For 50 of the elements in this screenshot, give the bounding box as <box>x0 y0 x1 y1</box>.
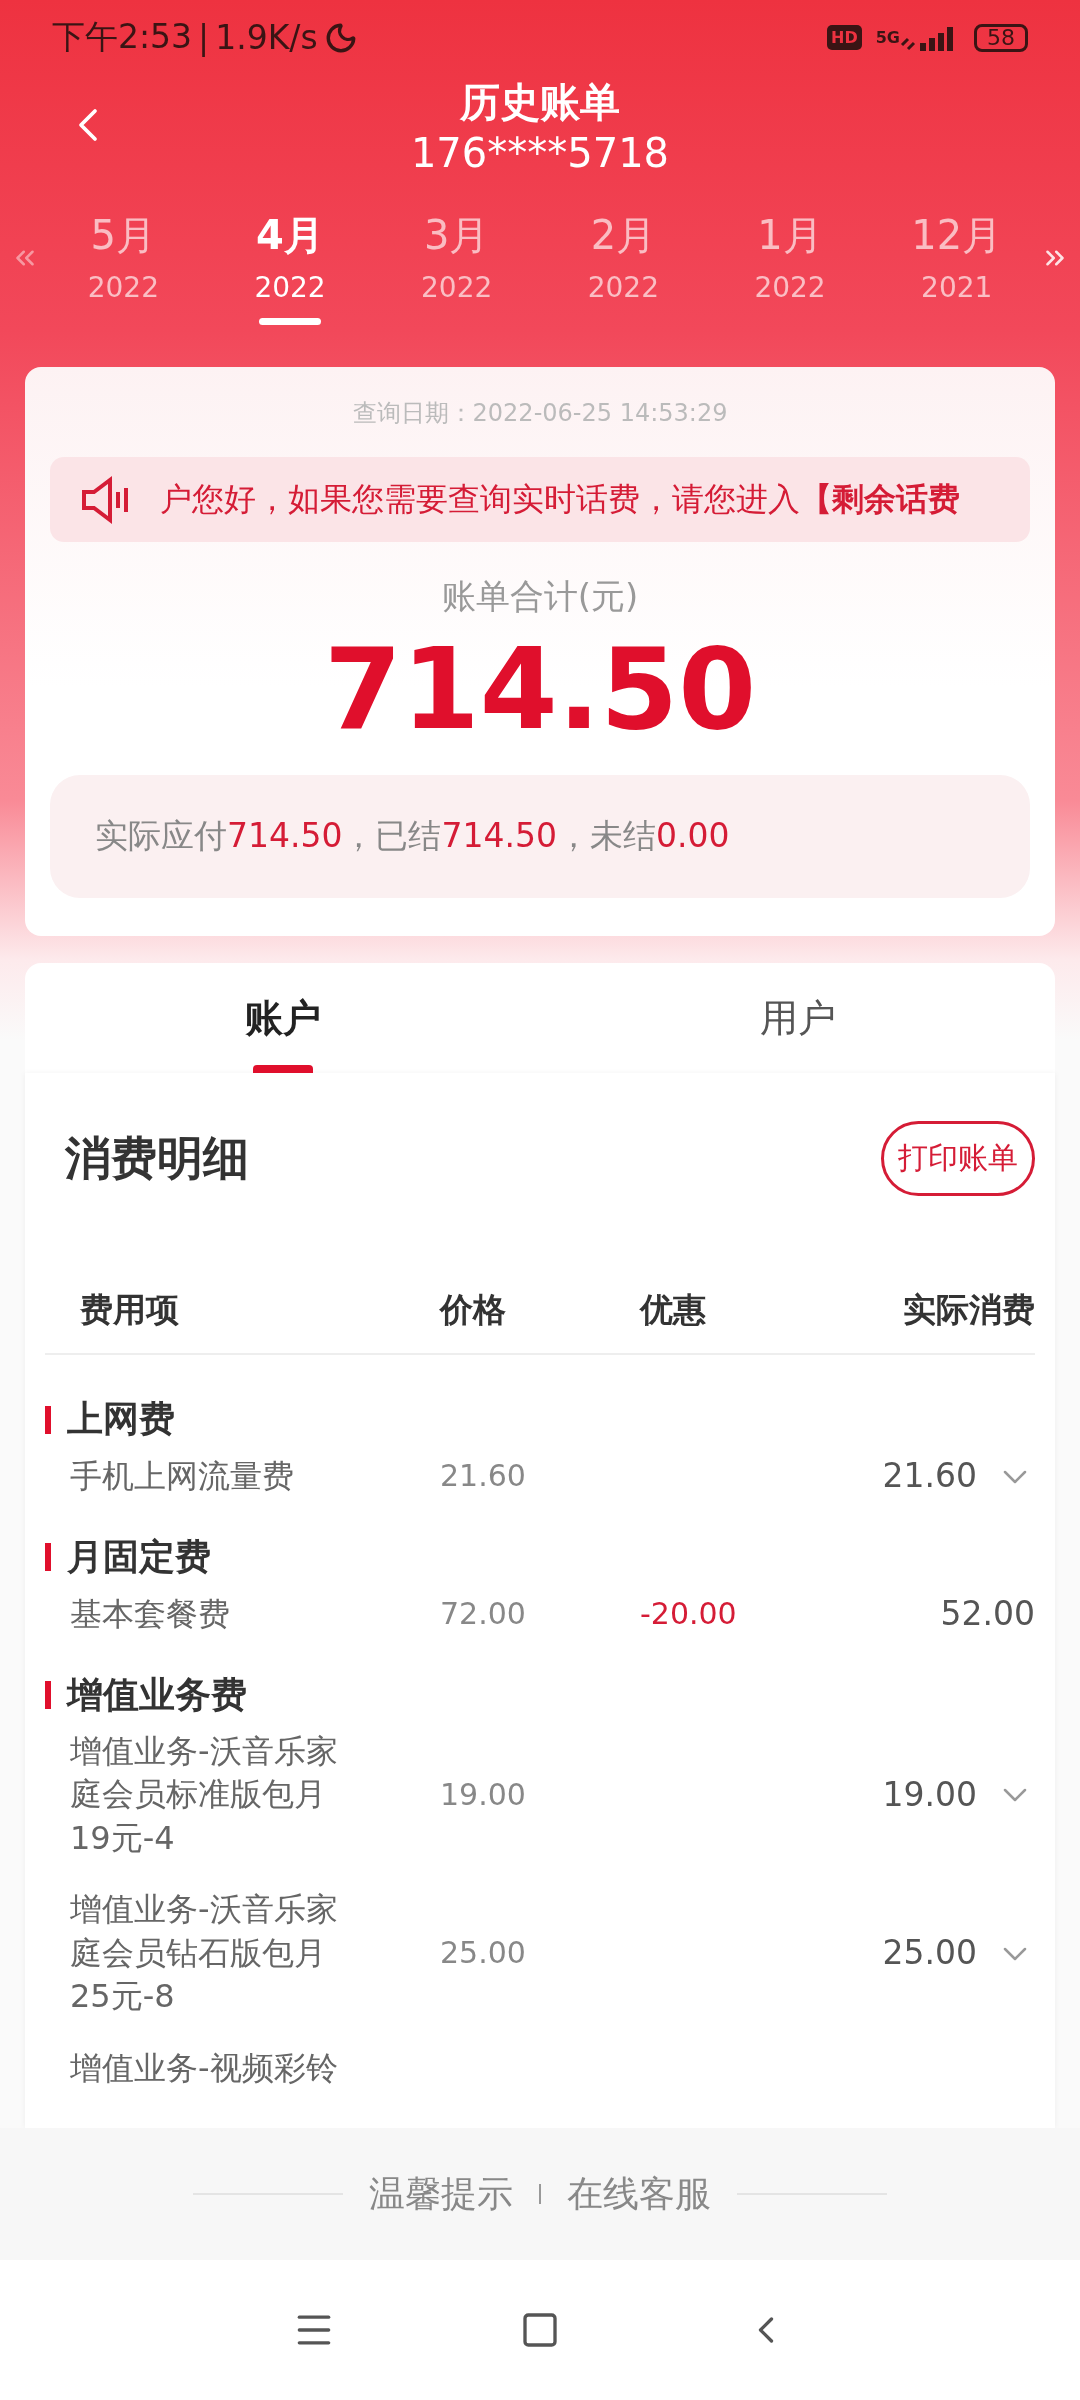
total-amount: 714.50 <box>323 628 757 752</box>
month-tab[interactable]: 1月 2022 <box>706 190 874 325</box>
payment-summary: 实际应付714.50，已结714.50，未结0.00 <box>95 815 730 858</box>
group-title: 增值业务费 <box>67 1672 247 1717</box>
item-name: 增值业务-视频彩铃 <box>69 2047 339 2089</box>
notice-text: 户您好，如果您需要查询实时话费，请您进入【剩余话费 <box>160 478 960 520</box>
column-header: 价格 <box>440 1289 507 1332</box>
hd-badge: HD <box>827 25 862 50</box>
accent-bar <box>45 1405 51 1434</box>
group-title: 上网费 <box>67 1397 175 1442</box>
section-title: 消费明细 <box>65 1129 249 1187</box>
actual-cost-cell-text: 19.00 <box>882 1773 977 1816</box>
column-header: 费用项 <box>79 1289 180 1332</box>
battery-indicator: 58 <box>974 23 1028 52</box>
actual-cost-cell-text: 21.60 <box>882 1455 977 1498</box>
tips-link[interactable]: 温馨提示 <box>369 2169 513 2219</box>
month-tab[interactable]: 4月 2022 <box>206 190 374 325</box>
price-cell-text: 19.00 <box>440 1775 527 1814</box>
item-name: 基本套餐费 <box>69 1593 231 1635</box>
price-cell-text: 21.60 <box>440 1457 527 1496</box>
price-cell-text: 25.00 <box>440 1934 527 1973</box>
item-name: 增值业务-沃音乐家庭会员标准版包月19元-4 <box>69 1730 339 1859</box>
month-tab[interactable]: 12月 2021 <box>873 190 1041 325</box>
print-bill-button[interactable]: 打印账单 <box>881 1121 1035 1197</box>
query-date: 查询日期：2022-06-25 14:53:29 <box>352 398 728 429</box>
network-speed: 1.9K/s <box>215 18 318 57</box>
page-title: 历史账单 <box>460 77 620 127</box>
view-tab[interactable]: 账户 <box>25 963 540 1074</box>
item-name: 手机上网流量费 <box>69 1455 295 1497</box>
column-header: 优惠 <box>640 1289 707 1332</box>
discount-cell-text: -20.00 <box>640 1594 738 1633</box>
price-cell-text: 72.00 <box>440 1594 527 1633</box>
view-tab[interactable]: 用户 <box>540 963 1055 1074</box>
actual-cost-cell-text: 52.00 <box>940 1592 1035 1635</box>
network-type: 5G <box>875 29 900 46</box>
accent-bar <box>45 1543 51 1572</box>
actual-cost-cell-text: 25.00 <box>882 1932 977 1975</box>
home-icon[interactable] <box>520 2310 560 2350</box>
month-tab[interactable]: 3月 2022 <box>373 190 540 325</box>
accent-bar <box>45 1681 51 1710</box>
item-name: 增值业务-沃音乐家庭会员钻石版包月25元-8 <box>69 1889 339 2018</box>
month-tab[interactable]: 2月 2022 <box>540 190 707 325</box>
status-time: 下午2:53 <box>52 16 193 58</box>
group-title: 月固定费 <box>67 1534 211 1579</box>
phone-number: 176****5718 <box>410 129 670 176</box>
total-label: 账单合计(元) <box>441 575 639 618</box>
month-tab[interactable]: 5月 2022 <box>40 190 207 325</box>
status-separator: | <box>198 18 210 57</box>
column-header: 实际消费 <box>903 1289 1035 1332</box>
service-link[interactable]: 在线客服 <box>567 2169 711 2219</box>
